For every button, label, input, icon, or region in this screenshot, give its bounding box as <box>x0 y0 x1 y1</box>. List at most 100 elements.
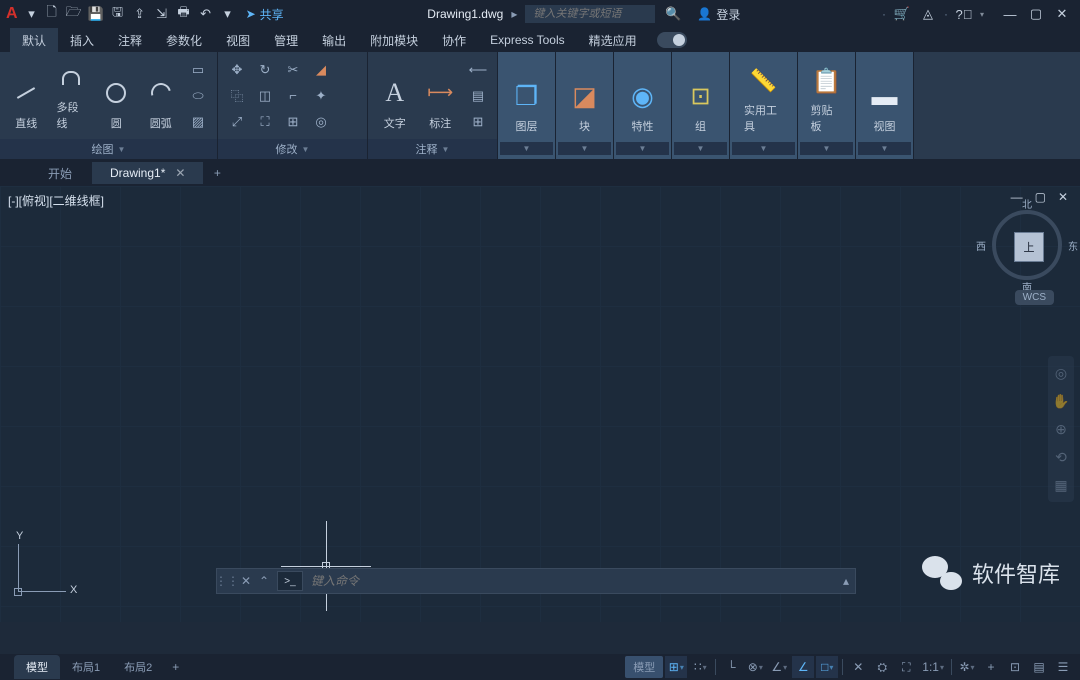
vp-maximize-icon[interactable]: ▢ <box>1031 190 1050 204</box>
undo-icon[interactable]: ↶ <box>196 4 216 24</box>
trim-icon[interactable]: ✂ <box>280 58 306 82</box>
status-lineweight-icon[interactable]: ✕ <box>847 656 869 678</box>
vp-close-icon[interactable]: ✕ <box>1054 190 1072 204</box>
app-menu-dropdown[interactable]: ▾ <box>22 4 42 24</box>
status-ortho-icon[interactable]: └ <box>720 656 742 678</box>
tab-default[interactable]: 默认 <box>10 28 58 53</box>
cmd-close-icon[interactable]: ✕ <box>237 574 255 588</box>
tab-addins[interactable]: 附加模块 <box>358 28 430 53</box>
viewcube-north[interactable]: 北 <box>1022 196 1032 211</box>
polyline-button[interactable]: 多段线 <box>51 57 92 135</box>
panel-drop-block[interactable]: ▼ <box>558 142 611 155</box>
tab-start[interactable]: 开始 <box>30 161 90 186</box>
minimize-button[interactable]: — <box>998 4 1022 24</box>
rotate-icon[interactable]: ↻ <box>252 58 278 82</box>
open-icon[interactable]: 🗁 <box>64 4 84 24</box>
status-transparency-icon[interactable]: ⛭ <box>871 656 893 678</box>
stretch-icon[interactable]: ⤢ <box>224 110 250 134</box>
fillet-icon[interactable]: ⌐ <box>280 84 306 108</box>
explode-icon[interactable]: ✦ <box>308 84 334 108</box>
block-button[interactable]: ◪块 <box>563 60 607 138</box>
save-icon[interactable]: 💾 <box>86 4 106 24</box>
help-icon[interactable]: ?⃝ <box>954 4 974 24</box>
new-icon[interactable]: 🗋 <box>42 4 62 24</box>
search-input[interactable] <box>525 5 655 23</box>
viewport-label[interactable]: [-][俯视][二维线框] <box>8 192 104 209</box>
cmd-recent-icon[interactable]: ⌃ <box>255 574 273 588</box>
drawing-canvas[interactable]: [-][俯视][二维线框] — ▢ ✕ Y X 上 北 南 西 东 WCS ◎ … <box>0 186 1080 622</box>
tab-collaborate[interactable]: 协作 <box>430 28 478 53</box>
panel-drop-properties[interactable]: ▼ <box>616 142 669 155</box>
ellipse-icon[interactable]: ⬭ <box>185 84 211 108</box>
redo-icon[interactable]: ▾ <box>218 4 238 24</box>
properties-button[interactable]: ◉特性 <box>621 60 665 138</box>
tab-annotate[interactable]: 注释 <box>106 28 154 53</box>
status-workspace-icon[interactable]: ✲▾ <box>956 656 978 678</box>
layout-1[interactable]: 布局1 <box>60 655 112 679</box>
tab-manage[interactable]: 管理 <box>262 28 310 53</box>
copy-icon[interactable]: ⿻ <box>224 84 250 108</box>
tab-close-icon[interactable]: ✕ <box>175 166 185 180</box>
hatch-icon[interactable]: ▨ <box>185 110 211 134</box>
wheel-icon[interactable]: ◎ <box>1048 360 1074 386</box>
ribbon-toggle[interactable] <box>657 32 687 48</box>
search-icon[interactable]: 🔍 <box>663 4 683 24</box>
web-mobile-icon[interactable]: ⇪ <box>130 4 150 24</box>
status-customize-icon[interactable]: ☰ <box>1052 656 1074 678</box>
array-icon[interactable]: ⊞ <box>280 110 306 134</box>
layers-button[interactable]: ❐图层 <box>505 60 549 138</box>
panel-drop-group[interactable]: ▼ <box>674 142 727 155</box>
status-isodraft-icon[interactable]: ∠▾ <box>768 656 790 678</box>
viewcube-west[interactable]: 西 <box>976 238 986 253</box>
tab-drawing[interactable]: Drawing1* ✕ <box>92 162 203 184</box>
status-snap-icon[interactable]: ∷▾ <box>689 656 711 678</box>
tab-featured[interactable]: 精选应用 <box>577 28 649 53</box>
status-annomonitor-icon[interactable]: + <box>980 656 1002 678</box>
panel-drop-clipboard[interactable]: ▼ <box>800 142 853 155</box>
status-model-button[interactable]: 模型 <box>625 656 663 678</box>
line-button[interactable]: 直线 <box>6 57 47 135</box>
layout-2[interactable]: 布局2 <box>112 655 164 679</box>
tab-output[interactable]: 输出 <box>310 28 358 53</box>
tab-add-button[interactable]: + <box>205 163 229 183</box>
panel-drop-utilities[interactable]: ▼ <box>732 142 795 155</box>
command-input[interactable] <box>303 574 837 588</box>
panel-title-modify[interactable]: 修改▼ <box>218 139 367 159</box>
print-icon[interactable]: 🖶 <box>174 4 194 24</box>
rectangle-icon[interactable]: ▭ <box>185 58 211 82</box>
share-button[interactable]: ➤ 共享 <box>238 4 292 25</box>
status-quickprops-icon[interactable]: ▤ <box>1028 656 1050 678</box>
layout-add-button[interactable]: + <box>164 656 187 678</box>
layout-model[interactable]: 模型 <box>14 655 60 679</box>
maximize-button[interactable]: ▢ <box>1024 4 1048 24</box>
autodesk-icon[interactable]: ◬ <box>918 4 938 24</box>
export-icon[interactable]: ⇲ <box>152 4 172 24</box>
table-icon[interactable]: ▤ <box>465 84 491 108</box>
dimension-button[interactable]: ⟼标注 <box>420 57 462 135</box>
showmotion-icon[interactable]: ▦ <box>1048 472 1074 498</box>
close-button[interactable]: ✕ <box>1050 4 1074 24</box>
mirror-icon[interactable]: ◫ <box>252 84 278 108</box>
view-button[interactable]: ▬视图 <box>863 60 907 138</box>
status-units-icon[interactable]: ⊡ <box>1004 656 1026 678</box>
panel-drop-layers[interactable]: ▼ <box>500 142 553 155</box>
status-cycling-icon[interactable]: ⛶ <box>895 656 917 678</box>
group-button[interactable]: ⊡组 <box>679 60 723 138</box>
scale-icon[interactable]: ⛶ <box>252 110 278 134</box>
tab-express[interactable]: Express Tools <box>478 29 576 51</box>
status-otrack-icon[interactable]: □▾ <box>816 656 838 678</box>
cmd-grip-icon[interactable]: ⋮⋮ <box>217 574 237 588</box>
panel-drop-view[interactable]: ▼ <box>858 142 911 155</box>
erase-icon[interactable]: ◢ <box>308 58 334 82</box>
title-menu-icon[interactable]: ▸ <box>511 7 517 21</box>
move-icon[interactable]: ✥ <box>224 58 250 82</box>
viewcube-east[interactable]: 东 <box>1068 238 1078 253</box>
tab-view[interactable]: 视图 <box>214 28 262 53</box>
tab-insert[interactable]: 插入 <box>58 28 106 53</box>
status-osnap-icon[interactable]: ∠ <box>792 656 814 678</box>
text-button[interactable]: A文字 <box>374 57 416 135</box>
utilities-button[interactable]: 📏实用工具 <box>738 60 789 138</box>
cmd-dropdown-icon[interactable]: ▴ <box>837 574 855 588</box>
panel-title-annotate[interactable]: 注释▼ <box>368 139 497 159</box>
arc-button[interactable]: 圆弧 <box>140 57 181 135</box>
